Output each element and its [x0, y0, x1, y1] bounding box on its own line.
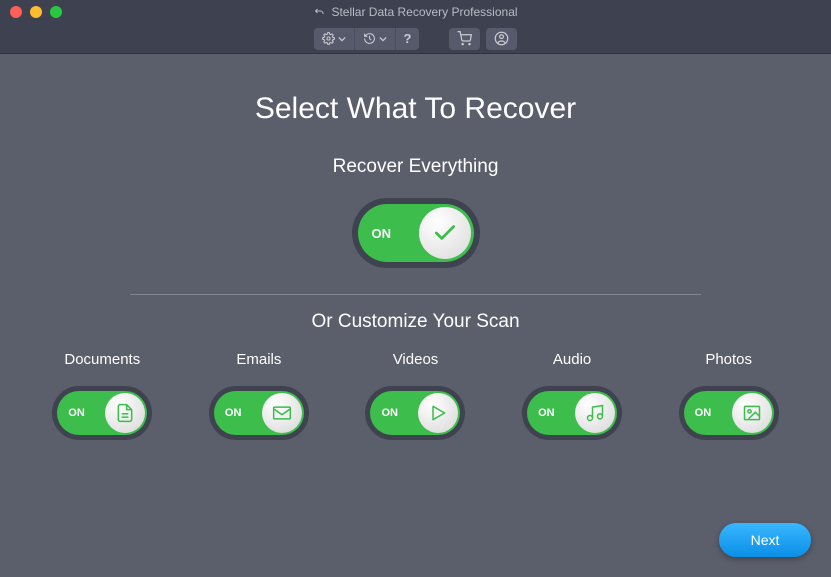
window-title: Stellar Data Recovery Professional — [331, 5, 517, 19]
toggle-on-label: ON — [695, 407, 712, 419]
minimize-window-button[interactable] — [30, 6, 42, 18]
music-icon — [575, 393, 615, 433]
cart-button[interactable] — [449, 28, 480, 50]
category-label-audio: Audio — [553, 351, 591, 368]
toggle-on-label: ON — [538, 407, 555, 419]
recover-everything-toggle[interactable]: ON — [352, 198, 480, 268]
window-controls — [10, 6, 62, 18]
divider — [130, 294, 701, 295]
customize-label: Or Customize Your Scan — [0, 311, 831, 333]
category-label-emails: Emails — [236, 351, 281, 368]
page-title: Select What To Recover — [0, 92, 831, 126]
settings-button[interactable] — [314, 28, 355, 50]
titlebar: Stellar Data Recovery Professional — [0, 0, 831, 24]
document-icon — [105, 393, 145, 433]
checkmark-icon — [419, 207, 471, 259]
videos-toggle[interactable]: ON — [365, 386, 465, 440]
emails-toggle[interactable]: ON — [209, 386, 309, 440]
category-label-videos: Videos — [393, 351, 439, 368]
account-button[interactable] — [486, 28, 517, 50]
zoom-window-button[interactable] — [50, 6, 62, 18]
toggle-on-label: ON — [381, 407, 398, 419]
next-button[interactable]: Next — [719, 523, 811, 557]
image-icon — [732, 393, 772, 433]
history-button[interactable] — [355, 28, 396, 50]
toggle-on-label: ON — [225, 407, 242, 419]
mail-icon — [262, 393, 302, 433]
help-button[interactable]: ? — [396, 28, 420, 50]
recover-everything-label: Recover Everything — [0, 156, 831, 178]
back-icon — [313, 6, 325, 18]
audio-toggle[interactable]: ON — [522, 386, 622, 440]
toggle-on-label: ON — [372, 226, 392, 241]
close-window-button[interactable] — [10, 6, 22, 18]
category-label-documents: Documents — [64, 351, 140, 368]
category-label-photos: Photos — [705, 351, 752, 368]
toggle-on-label: ON — [68, 407, 85, 419]
play-icon — [418, 393, 458, 433]
photos-toggle[interactable]: ON — [679, 386, 779, 440]
documents-toggle[interactable]: ON — [52, 386, 152, 440]
toolbar: ? — [0, 24, 831, 54]
